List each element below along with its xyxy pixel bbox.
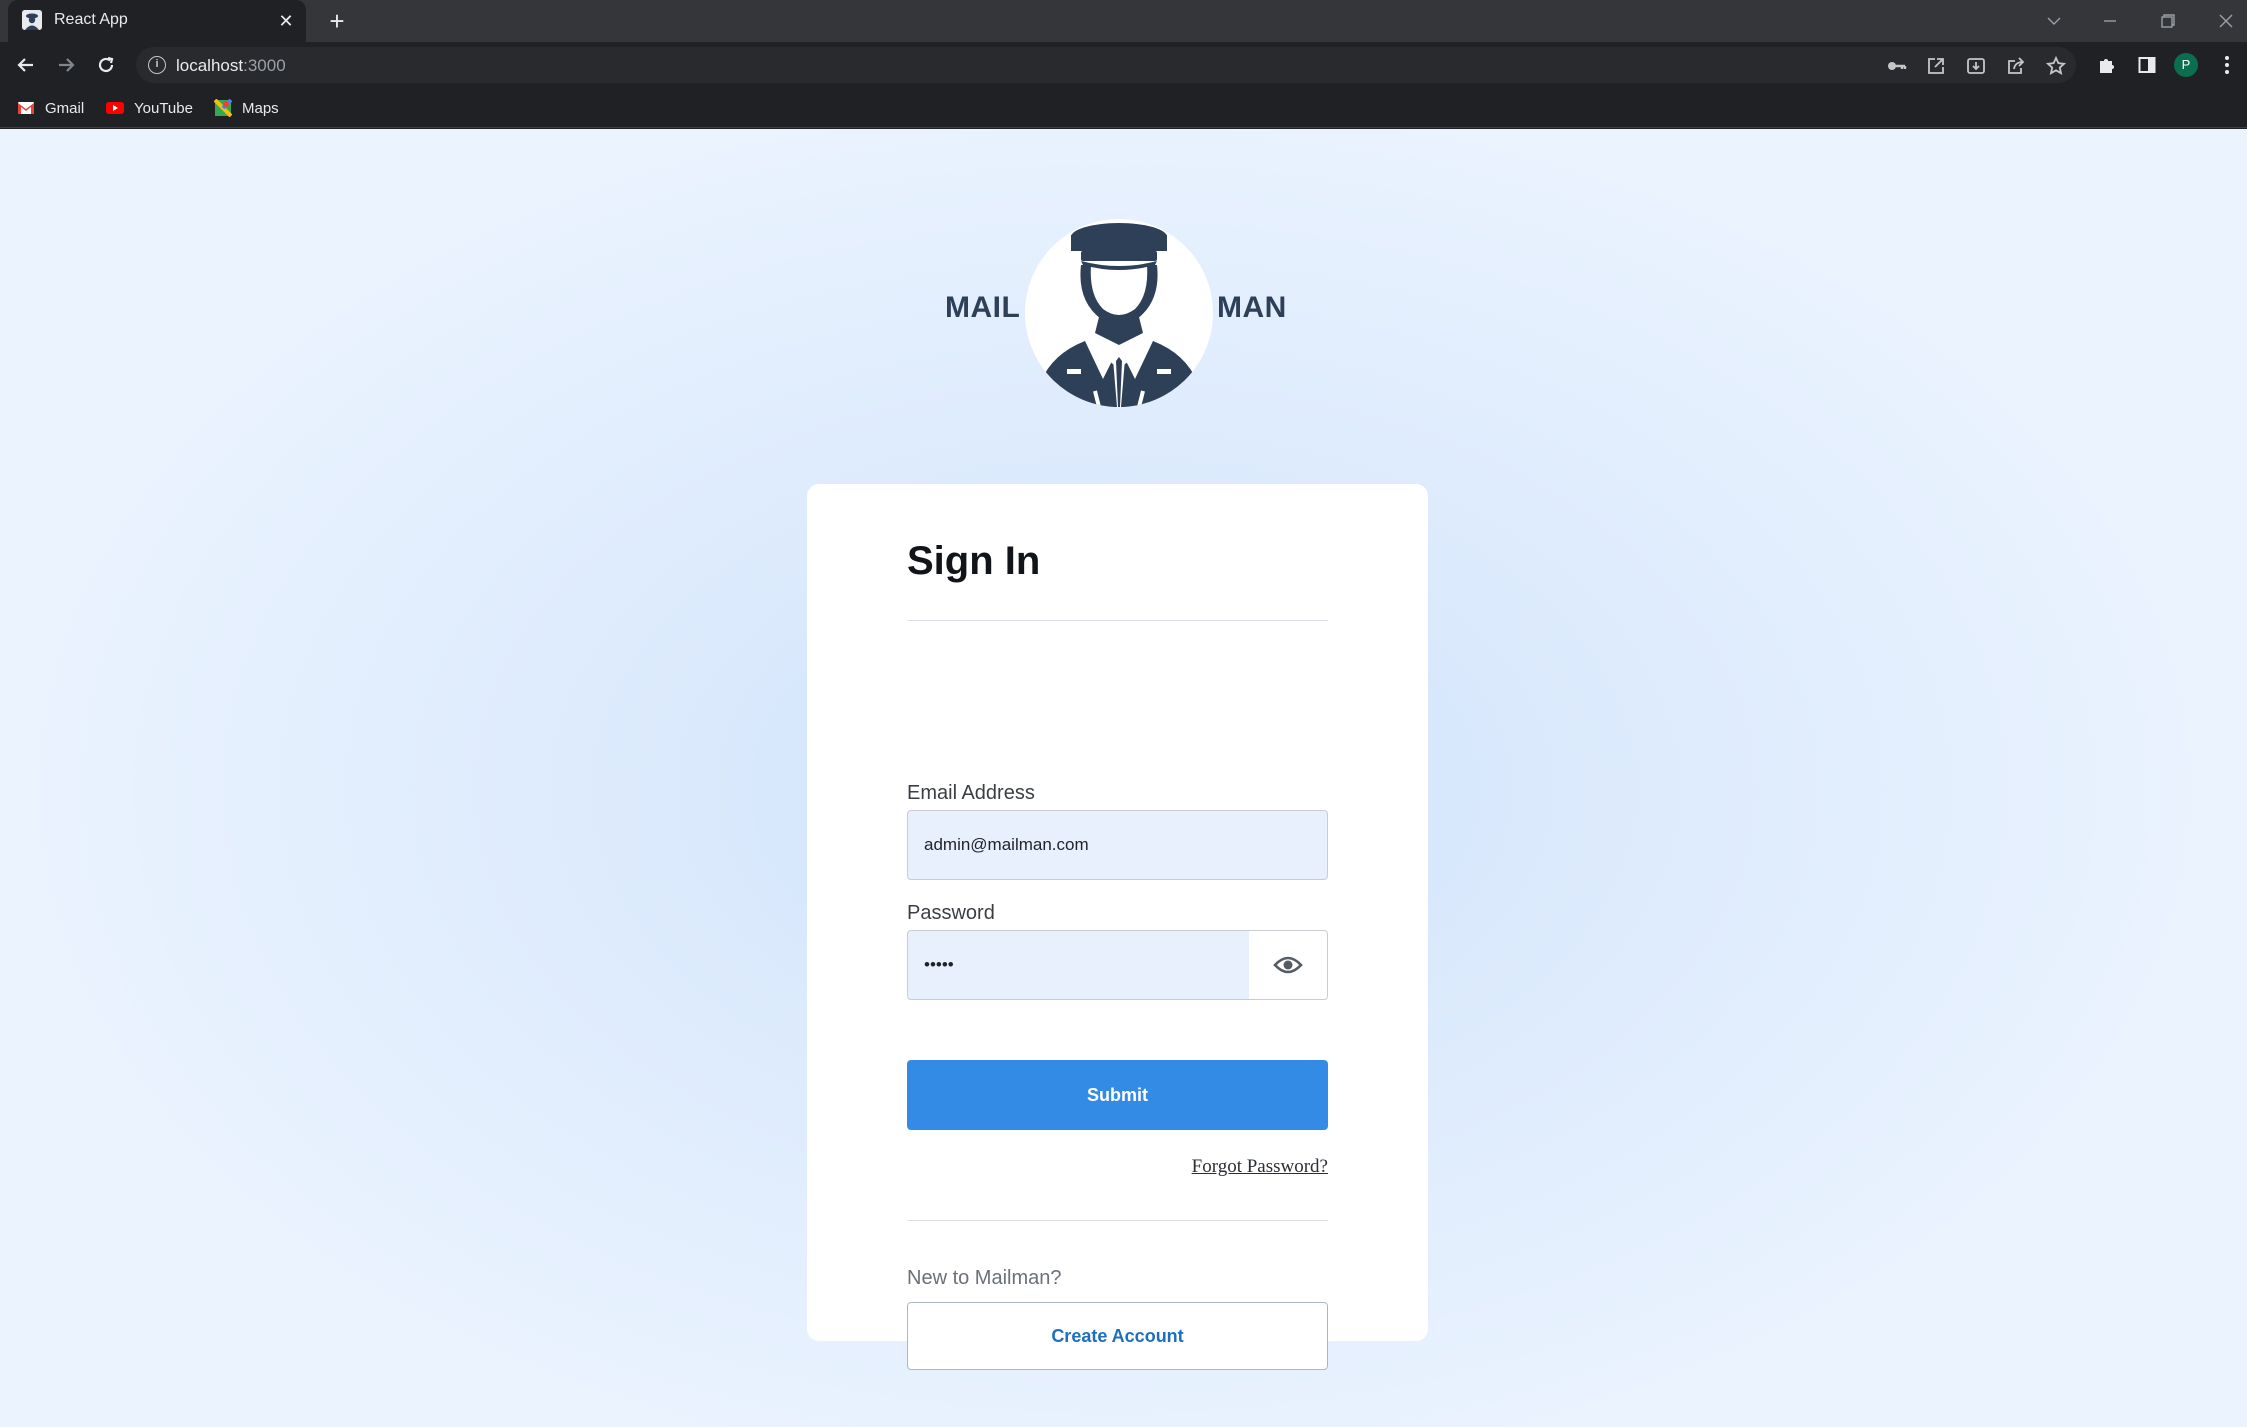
share-icon[interactable]	[2004, 54, 2028, 78]
bookmark-label: YouTube	[134, 99, 193, 117]
tab-title: React App	[54, 11, 128, 28]
mailman-logo: MAIL MAN	[930, 211, 1330, 411]
url-host: localhost	[176, 56, 244, 75]
tab-close-icon[interactable]: ✕	[274, 9, 298, 33]
maps-icon	[213, 98, 233, 118]
bookmark-star-icon[interactable]	[2044, 54, 2068, 78]
open-in-app-icon[interactable]	[1924, 54, 1948, 78]
section-divider	[907, 1220, 1328, 1221]
url-text[interactable]: localhost:3000	[176, 56, 286, 76]
new-account-prompt: New to Mailman?	[907, 1267, 1062, 1289]
bookmark-label: Maps	[242, 99, 279, 117]
new-tab-button[interactable]: +	[322, 6, 352, 36]
bookmarks-bar: Gmail YouTube Maps	[0, 88, 2247, 128]
title-divider	[907, 620, 1328, 621]
profile-avatar[interactable]: P	[2174, 53, 2198, 77]
password-field[interactable]	[907, 930, 1250, 1000]
url-port: :3000	[243, 56, 286, 75]
react-app-favicon-icon	[22, 10, 42, 30]
forgot-password-link[interactable]: Forgot Password?	[1192, 1156, 1328, 1178]
extensions-puzzle-icon[interactable]	[2094, 52, 2120, 78]
tab-search-chevron-icon[interactable]	[2034, 6, 2074, 36]
minimize-icon[interactable]	[2090, 6, 2130, 36]
restore-icon[interactable]	[2148, 6, 2188, 36]
email-label: Email Address	[907, 782, 1035, 804]
side-panel-icon[interactable]	[2134, 52, 2160, 78]
install-app-icon[interactable]	[1964, 54, 1988, 78]
logo-text-left: MAIL	[945, 291, 1021, 324]
submit-button[interactable]: Submit	[907, 1060, 1328, 1130]
browser-toolbar: i localhost:3000 P	[0, 42, 2247, 88]
back-arrow-icon[interactable]	[11, 50, 41, 80]
create-account-button[interactable]: Create Account	[907, 1302, 1328, 1370]
close-window-icon[interactable]	[2206, 6, 2246, 36]
mailman-avatar-icon	[1025, 219, 1213, 407]
email-field[interactable]	[907, 810, 1328, 880]
logo-text-right: MAN	[1217, 291, 1287, 324]
bookmark-youtube[interactable]: YouTube	[106, 97, 193, 119]
site-info-icon[interactable]: i	[148, 56, 166, 74]
tab-strip: React App ✕ +	[0, 0, 2247, 42]
address-bar[interactable]: i localhost:3000	[136, 47, 2076, 83]
kebab-menu-icon[interactable]	[2214, 52, 2240, 78]
bookmark-gmail[interactable]: Gmail	[17, 97, 84, 119]
show-password-button[interactable]	[1249, 930, 1328, 1000]
reload-icon[interactable]	[91, 50, 121, 80]
bookmark-maps[interactable]: Maps	[213, 97, 279, 119]
forward-arrow-icon[interactable]	[51, 50, 81, 80]
gmail-icon	[17, 99, 35, 117]
password-label: Password	[907, 902, 995, 924]
page-title: Sign In	[907, 539, 1041, 583]
eye-icon	[1273, 956, 1303, 974]
signin-card: Sign In Email Address Password Submit Fo…	[807, 484, 1428, 1370]
password-key-icon[interactable]	[1884, 54, 1908, 78]
browser-tab[interactable]: React App ✕	[8, 0, 306, 42]
bookmark-label: Gmail	[45, 99, 85, 117]
youtube-icon	[106, 99, 124, 117]
page-viewport: MAIL MAN Sign In Email Address admin@mai…	[0, 129, 2247, 1427]
